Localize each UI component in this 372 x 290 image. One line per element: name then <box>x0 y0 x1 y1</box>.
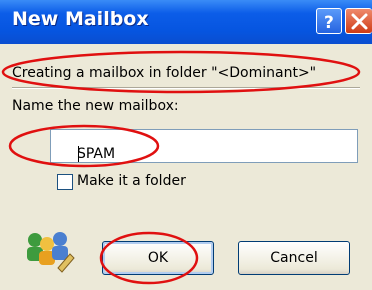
help-icon: ? <box>324 13 334 33</box>
close-icon <box>351 13 368 30</box>
svg-text:?: ? <box>324 13 334 33</box>
window-title: New Mailbox <box>12 8 149 30</box>
folder-message: Creating a mailbox in folder "<Dominant>… <box>12 65 317 81</box>
name-label: Name the new mailbox: <box>12 98 179 114</box>
make-folder-label[interactable]: Make it a folder <box>77 173 186 189</box>
mailbox-name-input[interactable]: SPAM <box>50 129 358 163</box>
help-button[interactable]: ? <box>316 8 342 34</box>
new-mailbox-dialog: New Mailbox ? Creating a mailbox in fold… <box>0 0 372 290</box>
ok-button[interactable]: OK <box>102 241 214 275</box>
make-folder-checkbox[interactable] <box>57 174 73 190</box>
cancel-button[interactable]: Cancel <box>238 241 350 275</box>
close-button[interactable] <box>345 8 372 34</box>
title-bar[interactable]: New Mailbox ? <box>0 0 372 44</box>
users-icon <box>27 232 75 273</box>
separator <box>12 87 360 89</box>
